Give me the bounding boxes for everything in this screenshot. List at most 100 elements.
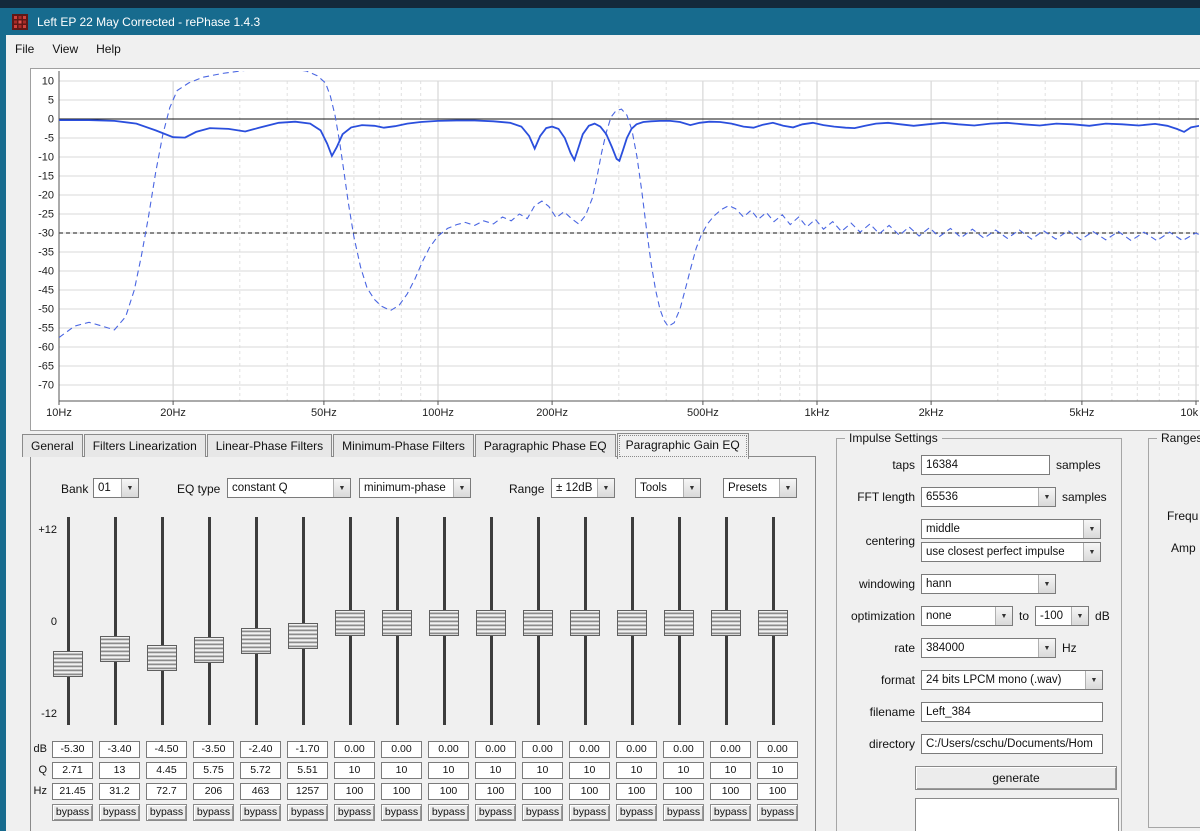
eq-band-7-slider[interactable] [327, 513, 374, 729]
slider-thumb[interactable] [664, 610, 694, 636]
eq-gain-cell-8[interactable]: 0.00 [381, 741, 422, 758]
eq-gain-cell-12[interactable]: 0.00 [569, 741, 610, 758]
menu-file[interactable]: File [6, 38, 43, 60]
eq-gain-cell-4[interactable]: -3.50 [193, 741, 234, 758]
eq-band-3-slider[interactable] [139, 513, 186, 729]
eq-gain-cell-13[interactable]: 0.00 [616, 741, 657, 758]
slider-thumb[interactable] [711, 610, 741, 636]
slider-thumb[interactable] [570, 610, 600, 636]
slider-thumb[interactable] [382, 610, 412, 636]
eq-gain-cell-11[interactable]: 0.00 [522, 741, 563, 758]
eq-band-2-slider[interactable] [92, 513, 139, 729]
eq-gain-cell-15[interactable]: 0.00 [710, 741, 751, 758]
eq-q-cell-13[interactable]: 10 [616, 762, 657, 779]
generate-button[interactable]: generate [915, 766, 1117, 790]
slider-thumb[interactable] [758, 610, 788, 636]
eq-q-cell-7[interactable]: 10 [334, 762, 375, 779]
slider-thumb[interactable] [335, 610, 365, 636]
slider-thumb[interactable] [476, 610, 506, 636]
eq-band-1-slider[interactable] [45, 513, 92, 729]
filename-input[interactable]: Left_384 [921, 702, 1103, 722]
eq-freq-cell-12[interactable]: 100 [569, 783, 610, 800]
eq-freq-cell-13[interactable]: 100 [616, 783, 657, 800]
eq-freq-cell-4[interactable]: 206 [193, 783, 234, 800]
eq-q-cell-12[interactable]: 10 [569, 762, 610, 779]
eq-band-8-slider[interactable] [374, 513, 421, 729]
eq-gain-cell-7[interactable]: 0.00 [334, 741, 375, 758]
tab-minimum-phase-filters[interactable]: Minimum-Phase Filters [333, 434, 474, 457]
slider-thumb[interactable] [53, 651, 83, 677]
eq-freq-cell-8[interactable]: 100 [381, 783, 422, 800]
eq-band-11-slider[interactable] [515, 513, 562, 729]
slider-thumb[interactable] [523, 610, 553, 636]
eq-band-14-slider[interactable] [656, 513, 703, 729]
eq-freq-cell-15[interactable]: 100 [710, 783, 751, 800]
eq-q-cell-4[interactable]: 5.75 [193, 762, 234, 779]
eq-band-13-slider[interactable] [609, 513, 656, 729]
eq-freq-cell-9[interactable]: 100 [428, 783, 469, 800]
eq-gain-cell-9[interactable]: 0.00 [428, 741, 469, 758]
rate-select[interactable]: 384000 ▼ [921, 638, 1056, 658]
eq-gain-cell-2[interactable]: -3.40 [99, 741, 140, 758]
titlebar[interactable]: Left EP 22 May Corrected - rePhase 1.4.3 [0, 8, 1200, 35]
eq-q-cell-10[interactable]: 10 [475, 762, 516, 779]
eq-band-16-slider[interactable] [750, 513, 797, 729]
tools-select[interactable]: Tools ▼ [635, 478, 701, 498]
eq-q-cell-3[interactable]: 4.45 [146, 762, 187, 779]
eq-gain-cell-6[interactable]: -1.70 [287, 741, 328, 758]
bypass-button-3[interactable]: bypass [146, 804, 187, 821]
bypass-button-5[interactable]: bypass [240, 804, 281, 821]
eq-gain-cell-1[interactable]: -5.30 [52, 741, 93, 758]
slider-thumb[interactable] [100, 636, 130, 662]
menu-view[interactable]: View [43, 38, 87, 60]
eq-freq-cell-6[interactable]: 1257 [287, 783, 328, 800]
menu-help[interactable]: Help [87, 38, 130, 60]
eq-freq-cell-1[interactable]: 21.45 [52, 783, 93, 800]
bypass-button-6[interactable]: bypass [287, 804, 328, 821]
bypass-button-8[interactable]: bypass [381, 804, 422, 821]
eq-band-6-slider[interactable] [280, 513, 327, 729]
bypass-button-11[interactable]: bypass [522, 804, 563, 821]
fft-length-select[interactable]: 65536 ▼ [921, 487, 1056, 507]
slider-thumb[interactable] [288, 623, 318, 649]
bypass-button-13[interactable]: bypass [616, 804, 657, 821]
centering-mode-select[interactable]: use closest perfect impulse ▼ [921, 542, 1101, 562]
eq-gain-cell-3[interactable]: -4.50 [146, 741, 187, 758]
windowing-select[interactable]: hann ▼ [921, 574, 1056, 594]
tab-general[interactable]: General [22, 434, 83, 457]
eq-q-cell-2[interactable]: 13 [99, 762, 140, 779]
phase-type-select[interactable]: minimum-phase ▼ [359, 478, 471, 498]
centering-select[interactable]: middle ▼ [921, 519, 1101, 539]
tab-linear-phase-filters[interactable]: Linear-Phase Filters [207, 434, 332, 457]
bypass-button-4[interactable]: bypass [193, 804, 234, 821]
eq-q-cell-15[interactable]: 10 [710, 762, 751, 779]
eq-band-9-slider[interactable] [421, 513, 468, 729]
eq-gain-cell-10[interactable]: 0.00 [475, 741, 516, 758]
bypass-button-7[interactable]: bypass [334, 804, 375, 821]
eq-freq-cell-7[interactable]: 100 [334, 783, 375, 800]
optimization-db-select[interactable]: -100 ▼ [1035, 606, 1089, 626]
directory-input[interactable]: C:/Users/cschu/Documents/Hom [921, 734, 1103, 754]
eq-band-12-slider[interactable] [562, 513, 609, 729]
eq-q-cell-6[interactable]: 5.51 [287, 762, 328, 779]
bypass-button-9[interactable]: bypass [428, 804, 469, 821]
eq-freq-cell-3[interactable]: 72.7 [146, 783, 187, 800]
eq-band-15-slider[interactable] [703, 513, 750, 729]
eq-band-10-slider[interactable] [468, 513, 515, 729]
eq-freq-cell-16[interactable]: 100 [757, 783, 798, 800]
slider-thumb[interactable] [241, 628, 271, 654]
tab-paragraphic-phase-eq[interactable]: Paragraphic Phase EQ [475, 434, 616, 457]
bank-select[interactable]: 01 ▼ [93, 478, 139, 498]
bypass-button-2[interactable]: bypass [99, 804, 140, 821]
eq-q-cell-11[interactable]: 10 [522, 762, 563, 779]
taps-input[interactable]: 16384 [921, 455, 1050, 475]
tab-paragraphic-gain-eq[interactable]: Paragraphic Gain EQ [617, 433, 749, 459]
slider-thumb[interactable] [194, 637, 224, 663]
eq-gain-cell-16[interactable]: 0.00 [757, 741, 798, 758]
slider-thumb[interactable] [429, 610, 459, 636]
eq-freq-cell-14[interactable]: 100 [663, 783, 704, 800]
optimization-select[interactable]: none ▼ [921, 606, 1013, 626]
eq-q-cell-8[interactable]: 10 [381, 762, 422, 779]
bypass-button-12[interactable]: bypass [569, 804, 610, 821]
eq-band-4-slider[interactable] [186, 513, 233, 729]
